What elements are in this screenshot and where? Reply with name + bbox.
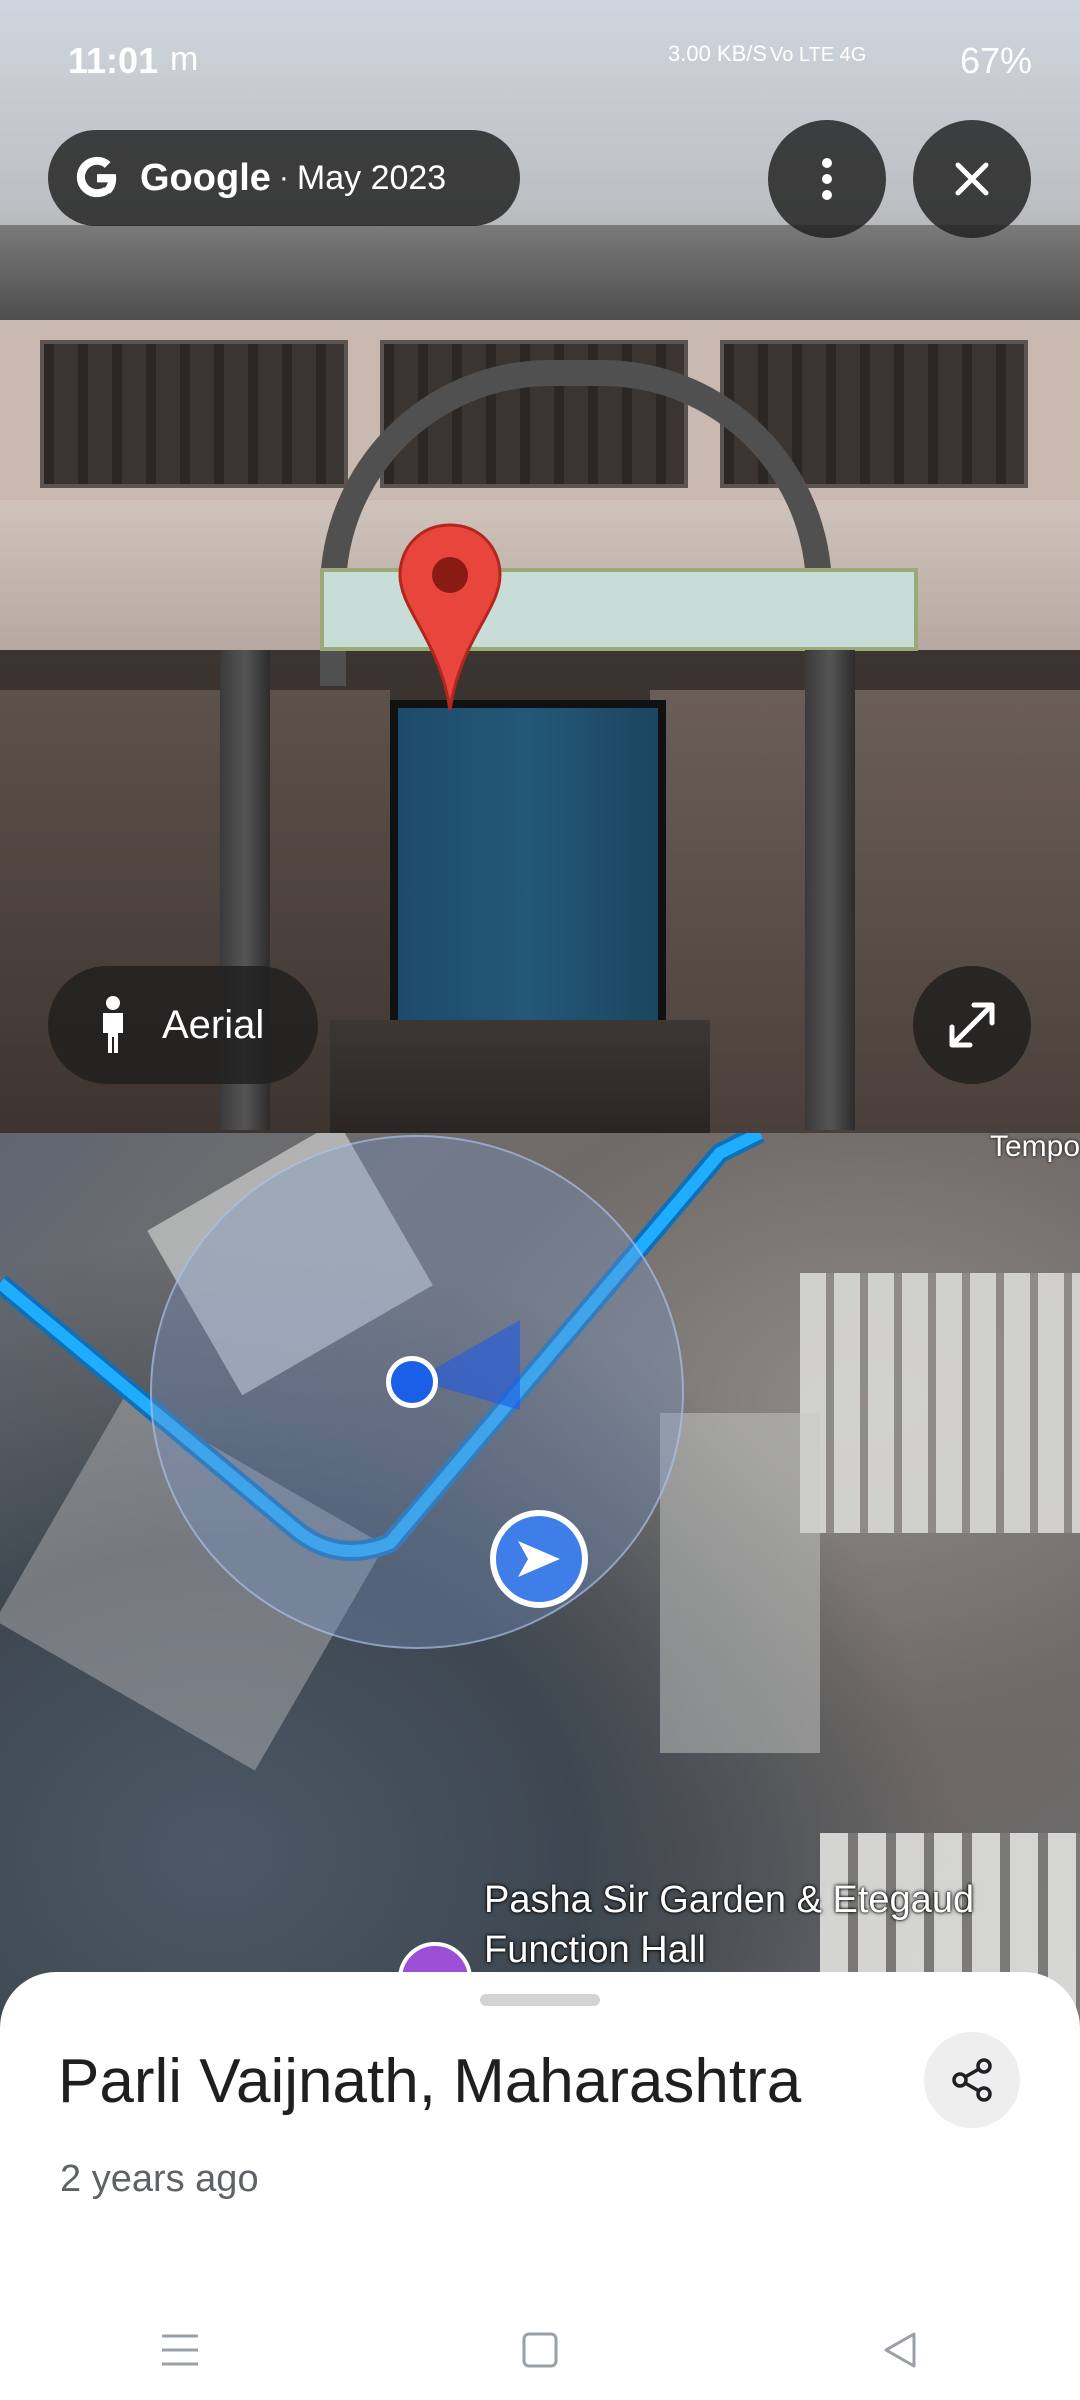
location-pin-icon xyxy=(398,523,502,711)
network-type: Vo LTE 4G xyxy=(770,44,867,66)
building-window xyxy=(40,340,348,488)
share-icon xyxy=(952,2058,992,2102)
building-door xyxy=(390,700,666,1036)
more-options-button[interactable] xyxy=(768,120,886,238)
system-nav-bar xyxy=(0,2300,1080,2400)
place-title: Parli Vaijnath, Maharashtra xyxy=(58,2047,802,2116)
building-pillar xyxy=(805,650,855,1130)
recent-apps-button[interactable] xyxy=(150,2320,210,2380)
sheet-drag-handle[interactable] xyxy=(480,1994,600,2006)
back-triangle-icon xyxy=(884,2332,916,2368)
home-button[interactable] xyxy=(510,2320,570,2380)
map-edge-label: Tempo xyxy=(989,1130,1080,1163)
status-bar: 11:01 m 3.00 KB/S Vo LTE 4G 67% xyxy=(0,0,1080,120)
status-time: 11:01 xyxy=(68,40,159,81)
battery-level: 67% xyxy=(959,40,1032,81)
building-steps xyxy=(330,1020,710,1133)
expand-icon xyxy=(949,1002,995,1048)
imagery-date: May 2023 xyxy=(296,158,447,197)
close-icon xyxy=(955,162,989,196)
building-wall xyxy=(650,690,1080,1133)
imagery-age: 2 years ago xyxy=(60,2158,259,2200)
net-speed: 3.00 KB/S xyxy=(668,41,768,66)
imagery-source-label: Google xyxy=(140,156,271,199)
home-square-icon xyxy=(522,2332,558,2368)
menu-icon xyxy=(162,2334,198,2366)
carrier-icon: m xyxy=(170,40,199,78)
poi-label[interactable]: Pasha Sir Garden & Etegaud Function Hall xyxy=(484,1875,1004,1975)
back-button[interactable] xyxy=(870,2320,930,2380)
separator: · xyxy=(278,161,289,194)
google-g-icon xyxy=(76,156,117,198)
aerial-view-button[interactable]: Aerial xyxy=(48,966,318,1084)
more-vert-icon xyxy=(822,158,832,200)
navigation-arrow-icon xyxy=(518,1541,560,1577)
close-button[interactable] xyxy=(913,120,1031,238)
share-button[interactable] xyxy=(924,2032,1020,2128)
imagery-source-chip[interactable]: Google · May 2023 xyxy=(48,130,520,226)
expand-button[interactable] xyxy=(913,966,1031,1084)
my-location-dot[interactable] xyxy=(386,1356,438,1408)
aerial-label: Aerial xyxy=(162,1002,265,1047)
building-roof xyxy=(0,225,1080,320)
pegman-icon xyxy=(103,996,123,1053)
navigation-arrow-marker[interactable] xyxy=(490,1510,588,1608)
